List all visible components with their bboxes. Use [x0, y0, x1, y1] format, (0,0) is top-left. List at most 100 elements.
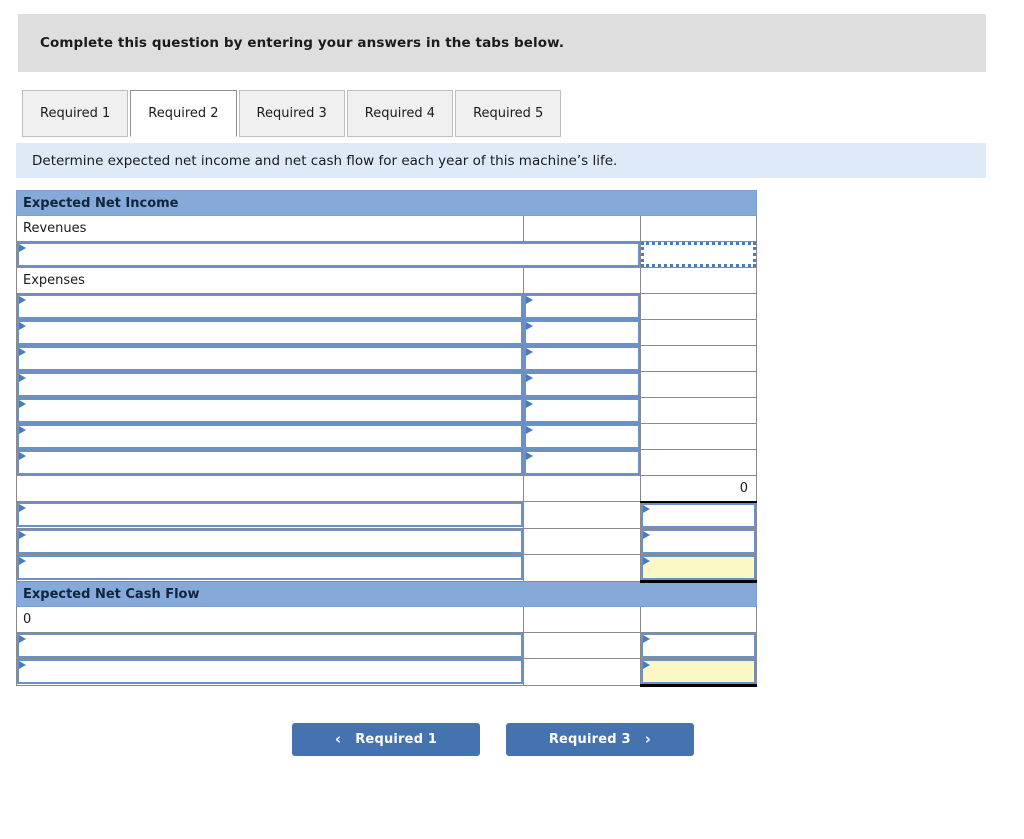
- cash-flow-amount-input-1[interactable]: [641, 632, 756, 658]
- expense-col3-cell-4: [640, 371, 757, 398]
- tab-label: Required 5: [473, 106, 544, 121]
- net-income-label-input-3[interactable]: [17, 554, 523, 580]
- expenses-col2-cell: [523, 267, 641, 294]
- cash-flow-label-input-1-cell: [16, 631, 524, 659]
- net-income-label-input-2[interactable]: [17, 528, 523, 554]
- expense-description-input-7[interactable]: [17, 450, 523, 475]
- expense-description-input-1-wrapper: [17, 294, 523, 319]
- net-income-result-row-2: [16, 527, 757, 555]
- cash-flow-amount-input-1-wrapper: [641, 632, 756, 658]
- section-header-net-cash-flow: Expected Net Cash Flow: [16, 580, 757, 607]
- net-income-result-row-1: [16, 500, 757, 529]
- cash-flow-col2-cell-1: [523, 631, 641, 659]
- expense-amount-input-7[interactable]: [524, 450, 640, 475]
- tab-requirement-3[interactable]: Required 3: [238, 90, 345, 137]
- revenues-label-text: Revenues: [23, 221, 87, 236]
- net-income-amount-input-2[interactable]: [641, 528, 756, 554]
- net-income-amount-input-2-wrapper: [641, 528, 756, 554]
- expense-description-input-7-wrapper: [17, 450, 523, 475]
- net-income-label-input-1[interactable]: [17, 502, 523, 527]
- expense-description-input-5[interactable]: [17, 398, 523, 423]
- expense-description-input-2[interactable]: [17, 320, 523, 345]
- question-workspace: Complete this question by entering your …: [0, 0, 1024, 839]
- expenses-subtotal-col1-cell: [16, 475, 524, 502]
- net-income-col2-cell-2: [523, 527, 641, 555]
- expense-description-input-3[interactable]: [17, 346, 523, 371]
- cash-flow-label-input-2[interactable]: [17, 658, 523, 684]
- expenses-subtotal-value-text: 0: [739, 480, 748, 496]
- expense-row: [16, 449, 757, 476]
- expenses-label-row: Expenses: [16, 267, 757, 294]
- expense-amount-input-1[interactable]: [524, 294, 640, 319]
- revenues-col3-cell: [640, 215, 757, 242]
- expense-amount-input-1-cell: [523, 293, 641, 320]
- expense-description-input-4-wrapper: [17, 372, 523, 397]
- question-prompt-text: Complete this question by entering your …: [40, 35, 565, 51]
- net-income-label-input-3-wrapper: [17, 554, 523, 581]
- expense-amount-input-3-wrapper: [524, 346, 640, 371]
- expense-amount-input-6-wrapper: [524, 424, 640, 449]
- expense-description-input-4[interactable]: [17, 372, 523, 397]
- next-requirement-label: Required 3: [548, 732, 631, 747]
- expense-description-input-1[interactable]: [17, 294, 523, 319]
- expense-amount-input-3[interactable]: [524, 346, 640, 371]
- net-income-total-input-wrapper: [641, 554, 756, 580]
- section-header-row: Expected Net Income: [16, 190, 757, 216]
- net-income-amount-input-1[interactable]: [641, 502, 756, 528]
- expenses-col3-cell: [640, 267, 757, 294]
- cash-flow-start-value: 0: [16, 605, 524, 633]
- revenues-amount-input-wrapper: [17, 242, 640, 267]
- expense-amount-input-4-cell: [523, 371, 641, 398]
- expense-amount-input-2[interactable]: [524, 320, 640, 345]
- cash-flow-total-input-cell: [640, 657, 757, 687]
- expense-description-input-3-cell: [16, 345, 524, 372]
- expense-amount-input-4-wrapper: [524, 372, 640, 397]
- expense-description-input-6[interactable]: [17, 424, 523, 449]
- cash-flow-label-input-2-wrapper: [17, 658, 523, 685]
- expense-row: [16, 397, 757, 424]
- cash-flow-label-input-1-wrapper: [17, 632, 523, 658]
- cash-flow-amount-input-1-cell: [640, 631, 757, 659]
- expense-description-input-2-cell: [16, 319, 524, 346]
- net-income-result-row-3: [16, 553, 757, 583]
- revenues-amount-input[interactable]: [17, 242, 640, 267]
- tab-requirement-4[interactable]: Required 4: [346, 90, 454, 137]
- tab-requirement-1[interactable]: Required 1: [22, 90, 129, 137]
- revenues-label-row: Revenues: [16, 215, 757, 242]
- net-income-total-input-cell: [640, 553, 757, 583]
- expense-description-input-5-wrapper: [17, 398, 523, 423]
- prev-requirement-button[interactable]: ‹ Required 1: [292, 723, 480, 756]
- cash-flow-label-input-1[interactable]: [17, 632, 523, 658]
- expense-col3-cell-2: [640, 319, 757, 346]
- expense-amount-input-5-cell: [523, 397, 641, 424]
- cash-flow-total-input[interactable]: [641, 658, 756, 684]
- expense-col3-cell-5: [640, 397, 757, 424]
- net-income-total-input[interactable]: [641, 554, 756, 580]
- next-requirement-button[interactable]: Required 3 ›: [506, 723, 694, 756]
- expense-amount-input-5[interactable]: [524, 398, 640, 423]
- requirement-tab-strip: Required 1 Required 2 Required 3 Required 4…: [22, 90, 563, 137]
- tab-requirement-2[interactable]: Required 2: [130, 90, 237, 137]
- net-income-col2-cell-1: [523, 501, 641, 529]
- tab-requirement-5[interactable]: Required 5: [455, 90, 562, 137]
- expense-row: [16, 371, 757, 398]
- revenues-col2-cell: [523, 215, 641, 242]
- net-income-amount-input-1-cell: [640, 500, 757, 529]
- revenues-entry-row: [16, 241, 757, 268]
- expense-description-input-1-cell: [16, 293, 524, 320]
- cash-flow-start-value-text: 0: [23, 611, 32, 627]
- cash-flow-row-2: [16, 657, 757, 687]
- net-income-label-input-2-cell: [16, 527, 524, 555]
- expenses-subtotal-value: 0: [640, 475, 757, 502]
- expense-col3-cell-1: [640, 293, 757, 320]
- expense-amount-input-4[interactable]: [524, 372, 640, 397]
- expense-amount-input-7-cell: [523, 449, 641, 476]
- net-income-amount-input-1-wrapper: [641, 502, 756, 528]
- revenues-dotted-placeholder: [641, 242, 756, 267]
- worksheet-table: Expected Net Income Revenues Expenses 0 Expe…: [16, 190, 757, 687]
- expense-amount-input-6[interactable]: [524, 424, 640, 449]
- expense-row: [16, 319, 757, 346]
- tab-label: Required 2: [148, 106, 219, 121]
- expense-description-input-6-wrapper: [17, 424, 523, 449]
- expense-description-input-3-wrapper: [17, 346, 523, 371]
